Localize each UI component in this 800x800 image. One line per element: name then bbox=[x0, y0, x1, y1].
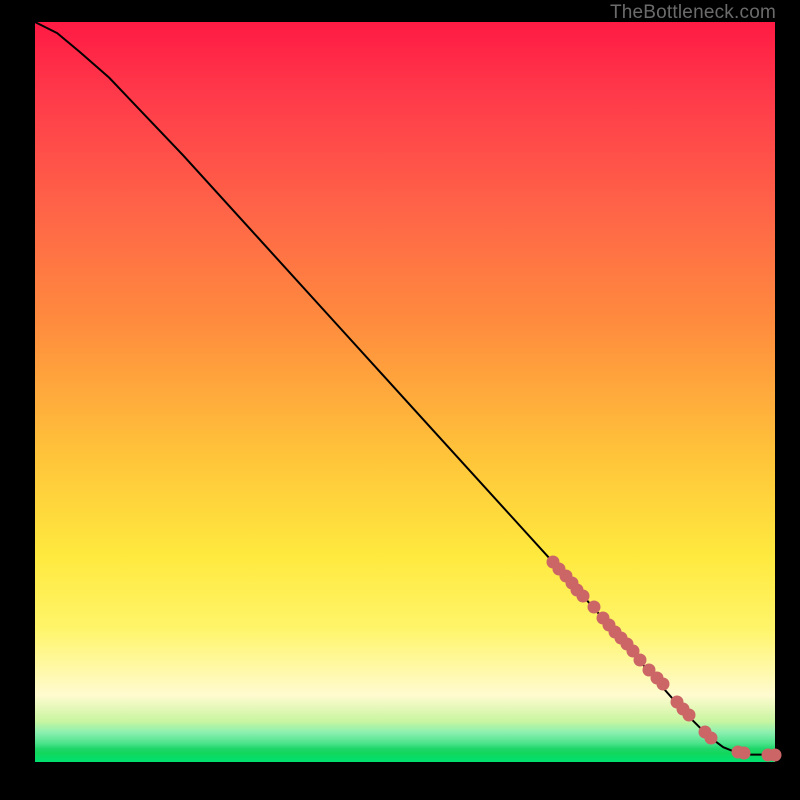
data-marker bbox=[671, 696, 684, 709]
data-marker bbox=[587, 601, 600, 614]
data-marker bbox=[609, 625, 622, 638]
data-marker bbox=[761, 748, 774, 761]
data-marker bbox=[643, 663, 656, 676]
data-marker bbox=[547, 556, 560, 569]
data-marker bbox=[698, 725, 711, 738]
line-curve bbox=[35, 22, 775, 762]
chart-frame: TheBottleneck.com bbox=[0, 0, 800, 800]
data-marker bbox=[650, 671, 663, 684]
data-marker bbox=[577, 590, 590, 603]
data-marker bbox=[683, 709, 696, 722]
data-marker bbox=[626, 645, 639, 658]
data-marker bbox=[656, 678, 669, 691]
data-marker bbox=[634, 653, 647, 666]
data-marker bbox=[737, 747, 750, 760]
data-marker bbox=[769, 748, 782, 761]
data-marker bbox=[615, 631, 628, 644]
data-marker bbox=[552, 562, 565, 575]
data-marker bbox=[677, 702, 690, 715]
watermark-label: TheBottleneck.com bbox=[610, 2, 776, 24]
data-marker bbox=[603, 619, 616, 632]
data-marker bbox=[732, 745, 745, 758]
data-marker bbox=[704, 731, 717, 744]
plot-area bbox=[35, 22, 775, 762]
data-marker bbox=[571, 583, 584, 596]
data-marker bbox=[559, 570, 572, 583]
data-marker bbox=[621, 638, 634, 651]
data-marker bbox=[565, 576, 578, 589]
data-marker bbox=[597, 612, 610, 625]
